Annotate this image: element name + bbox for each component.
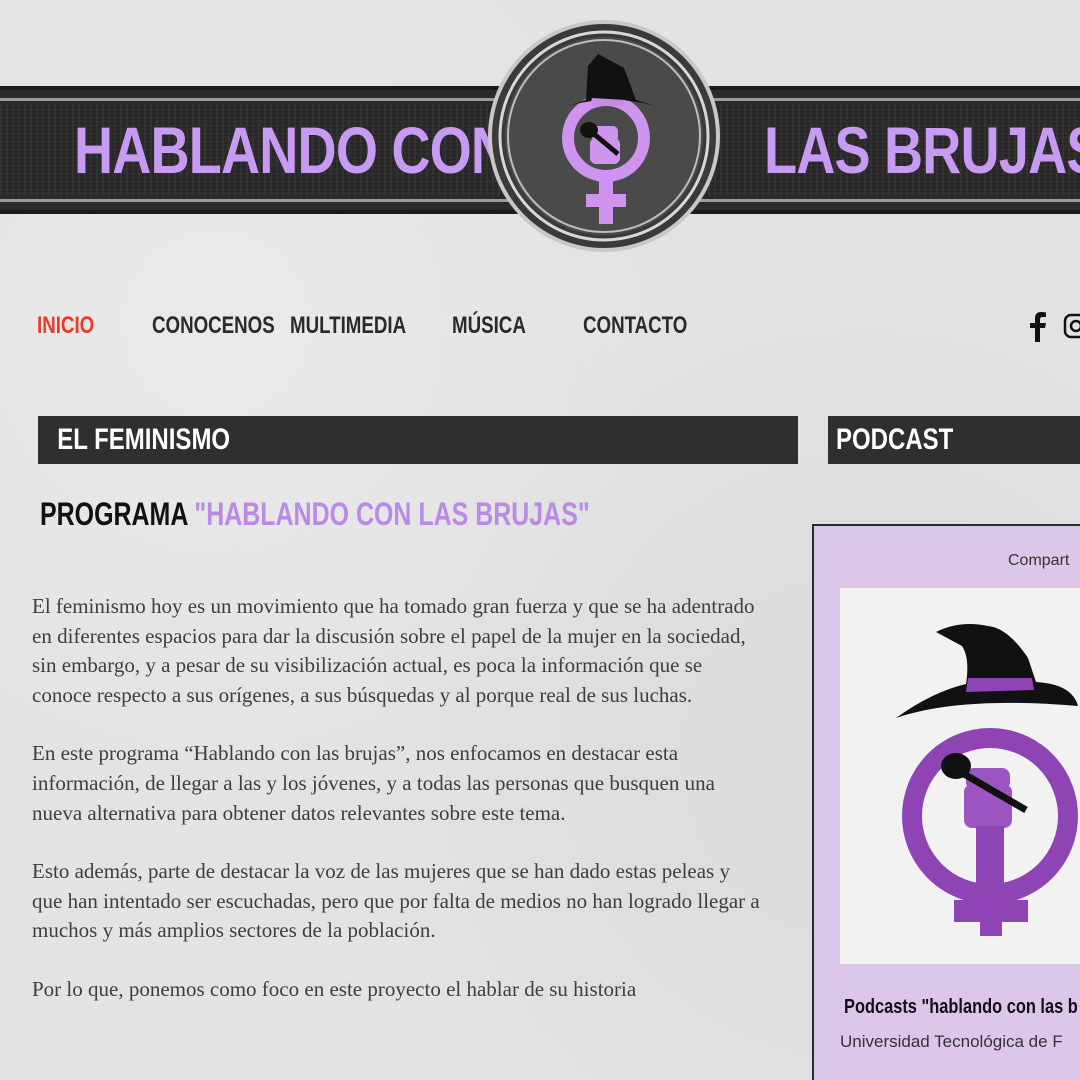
paragraph: En este programa “Hablando con las bruja… [32,741,715,825]
podcast-title[interactable]: Podcasts "hablando con las b [844,996,1078,1019]
nav-item-inicio[interactable]: INICIO [37,308,94,344]
banner-title-left: HABLANDO CON [74,113,510,187]
podcast-cover-art[interactable]: HABLANDO CON LAS BRUJAS [840,588,1080,964]
podcast-publisher: Universidad Tecnológica de F [840,1032,1063,1051]
nav-item-multimedia[interactable]: MULTIMEDIA [290,308,406,344]
paragraph: Por lo que, ponemos como foco en este pr… [32,976,637,1001]
paragraph: El feminismo hoy es un movimiento que ha… [32,594,755,707]
instagram-icon[interactable] [1062,312,1080,340]
main-nav: INICIO CONOCENOS MULTIMEDIA MÚSICA CONTA… [0,308,1080,348]
facebook-icon[interactable] [1026,310,1048,342]
banner-title-right: LAS BRUJAS [764,113,1080,187]
nav-item-conocenos[interactable]: CONOCENOS [152,308,275,344]
witch-logo-icon[interactable] [486,18,722,254]
program-name: "HABLANDO CON LAS BRUJAS" [194,496,590,532]
nav-item-contacto[interactable]: CONTACTO [583,308,687,344]
share-button[interactable]: Compart [1008,552,1069,570]
paragraph: Esto además, parte de destacar la voz de… [32,859,760,943]
section-header-label: PODCAST [836,423,954,456]
nav-item-musica[interactable]: MÚSICA [452,308,526,344]
program-heading: PROGRAMA "HABLANDO CON LAS BRUJAS" [40,494,590,534]
program-label: PROGRAMA [40,496,188,532]
article-body: El feminismo hoy es un movimiento que ha… [32,592,762,1034]
section-header-label: EL FEMINISMO [57,423,231,456]
podcast-player-card[interactable]: Compart HABLANDO CON LAS BRUJAS Podcasts… [812,524,1080,1080]
section-header-podcast: PODCAST [828,416,1080,464]
section-header-feminismo: EL FEMINISMO [38,416,798,464]
